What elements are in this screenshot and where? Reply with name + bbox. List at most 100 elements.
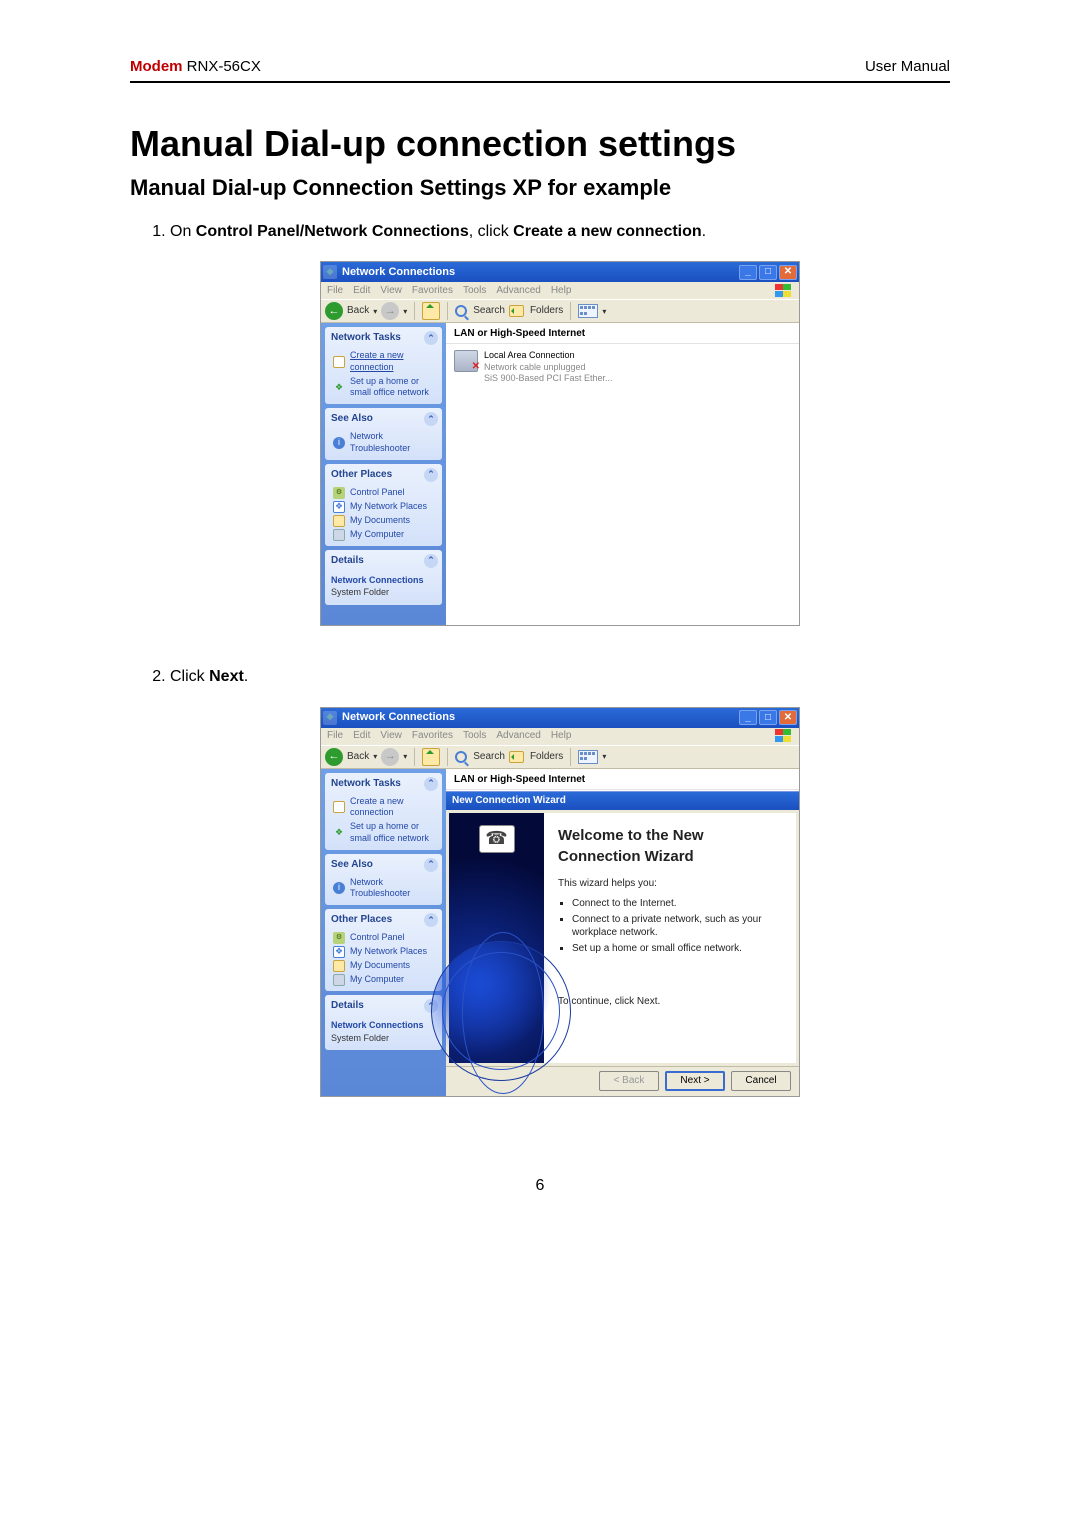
forward-button-icon[interactable]: → [381, 302, 399, 320]
minimize-button[interactable]: _ [739, 265, 757, 280]
documents-icon [333, 960, 345, 972]
network-icon: ❖ [333, 827, 345, 839]
wizard-continue: To continue, click Next. [558, 995, 782, 1009]
task-create-connection[interactable]: Create a new connection [325, 349, 442, 374]
menu-advanced[interactable]: Advanced [496, 284, 540, 298]
views-dropdown-icon[interactable]: ▾ [602, 751, 606, 762]
back-dropdown-icon[interactable]: ▾ [373, 306, 377, 317]
collapse-icon[interactable]: ⌃ [424, 858, 438, 872]
toolbar-separator [414, 748, 415, 766]
details-subtitle: System Folder [331, 1032, 436, 1045]
panel-see-also: See Also⌃ iNetwork Troubleshooter [325, 408, 442, 459]
menu-tools[interactable]: Tools [463, 284, 486, 298]
side-panel: Network Tasks⌃ Create a new connection ❖… [321, 323, 446, 625]
window-icon: ❖ [323, 265, 337, 279]
views-icon[interactable] [578, 304, 598, 318]
page-header: Modem RNX-56CX User Manual [130, 58, 950, 83]
folders-label[interactable]: Folders [530, 750, 563, 764]
windows-flag-icon [775, 284, 793, 298]
menu-favorites[interactable]: Favorites [412, 729, 453, 743]
forward-dropdown-icon[interactable]: ▾ [403, 751, 407, 762]
menu-advanced[interactable]: Advanced [496, 729, 540, 743]
forward-dropdown-icon[interactable]: ▾ [403, 306, 407, 317]
control-panel-icon: ⚙ [333, 487, 345, 499]
menu-favorites[interactable]: Favorites [412, 284, 453, 298]
toolbar-separator [414, 302, 415, 320]
wizard-next-button[interactable]: Next > [665, 1071, 725, 1091]
wizard-cancel-button[interactable]: Cancel [731, 1071, 791, 1091]
collapse-icon[interactable]: ⌃ [424, 777, 438, 791]
wizard-icon [333, 801, 345, 813]
close-button[interactable]: ✕ [779, 710, 797, 725]
globe-icon [431, 941, 571, 1081]
link-control-panel[interactable]: ⚙Control Panel [325, 931, 442, 945]
collapse-icon[interactable]: ⌃ [424, 554, 438, 568]
menu-view[interactable]: View [380, 729, 402, 743]
wizard-bullet: Set up a home or small office network. [572, 942, 782, 955]
connection-item[interactable]: Local Area Connection Network cable unpl… [446, 344, 799, 390]
panel-details: Details⌃ Network Connections System Fold… [325, 550, 442, 605]
views-dropdown-icon[interactable]: ▾ [602, 306, 606, 317]
network-places-icon: ❖ [333, 501, 345, 513]
control-panel-icon: ⚙ [333, 932, 345, 944]
task-setup-network[interactable]: ❖Set up a home or small office network [325, 820, 442, 845]
task-create-connection[interactable]: Create a new connection [325, 795, 442, 820]
back-button-label[interactable]: Back [347, 750, 369, 764]
page-title: Manual Dial-up connection settings [130, 123, 950, 165]
folders-icon[interactable] [509, 751, 524, 763]
back-button-label[interactable]: Back [347, 304, 369, 318]
link-my-documents[interactable]: My Documents [325, 959, 442, 973]
forward-button-icon[interactable]: → [381, 748, 399, 766]
link-my-computer[interactable]: My Computer [325, 973, 442, 987]
menu-help[interactable]: Help [551, 729, 572, 743]
up-folder-icon[interactable] [422, 748, 440, 766]
menu-file[interactable]: File [327, 729, 343, 743]
wizard-titlebar: New Connection Wizard [446, 792, 799, 810]
search-icon[interactable] [455, 751, 467, 763]
folders-icon[interactable] [509, 305, 524, 317]
link-my-network-places[interactable]: ❖My Network Places [325, 945, 442, 959]
page-number: 6 [130, 1177, 950, 1195]
link-troubleshooter[interactable]: iNetwork Troubleshooter [325, 876, 442, 901]
wizard-bullet: Connect to a private network, such as yo… [572, 913, 782, 939]
link-control-panel[interactable]: ⚙Control Panel [325, 486, 442, 500]
folders-label[interactable]: Folders [530, 304, 563, 318]
panel-details: Details⌃ Network Connections System Fold… [325, 995, 442, 1050]
search-icon[interactable] [455, 305, 467, 317]
documents-icon [333, 515, 345, 527]
panel-network-tasks: Network Tasks⌃ Create a new connection ❖… [325, 327, 442, 404]
wizard-icon [333, 356, 345, 368]
search-label[interactable]: Search [473, 750, 505, 764]
back-button-icon[interactable]: ← [325, 302, 343, 320]
menu-view[interactable]: View [380, 284, 402, 298]
task-setup-network[interactable]: ❖Set up a home or small office network [325, 375, 442, 400]
collapse-icon[interactable]: ⌃ [424, 468, 438, 482]
menubar: File Edit View Favorites Tools Advanced … [321, 282, 799, 299]
up-folder-icon[interactable] [422, 302, 440, 320]
menu-file[interactable]: File [327, 284, 343, 298]
link-troubleshooter[interactable]: iNetwork Troubleshooter [325, 430, 442, 455]
collapse-icon[interactable]: ⌃ [424, 412, 438, 426]
collapse-icon[interactable]: ⌃ [424, 913, 438, 927]
network-icon: ❖ [333, 381, 345, 393]
maximize-button[interactable]: □ [759, 265, 777, 280]
screenshot-1: ❖ Network Connections _ □ ✕ File Edit Vi… [320, 261, 800, 626]
close-button[interactable]: ✕ [779, 265, 797, 280]
menu-help[interactable]: Help [551, 284, 572, 298]
collapse-icon[interactable]: ⌃ [424, 331, 438, 345]
views-icon[interactable] [578, 750, 598, 764]
maximize-button[interactable]: □ [759, 710, 777, 725]
menu-edit[interactable]: Edit [353, 284, 370, 298]
header-right: User Manual [865, 58, 950, 75]
back-button-icon[interactable]: ← [325, 748, 343, 766]
link-my-network-places[interactable]: ❖My Network Places [325, 500, 442, 514]
step-2-bold: Next [209, 668, 244, 685]
back-dropdown-icon[interactable]: ▾ [373, 751, 377, 762]
link-my-computer[interactable]: My Computer [325, 528, 442, 542]
step-1: On Control Panel/Network Connections, cl… [170, 221, 950, 626]
menu-edit[interactable]: Edit [353, 729, 370, 743]
menu-tools[interactable]: Tools [463, 729, 486, 743]
minimize-button[interactable]: _ [739, 710, 757, 725]
search-label[interactable]: Search [473, 304, 505, 318]
link-my-documents[interactable]: My Documents [325, 514, 442, 528]
